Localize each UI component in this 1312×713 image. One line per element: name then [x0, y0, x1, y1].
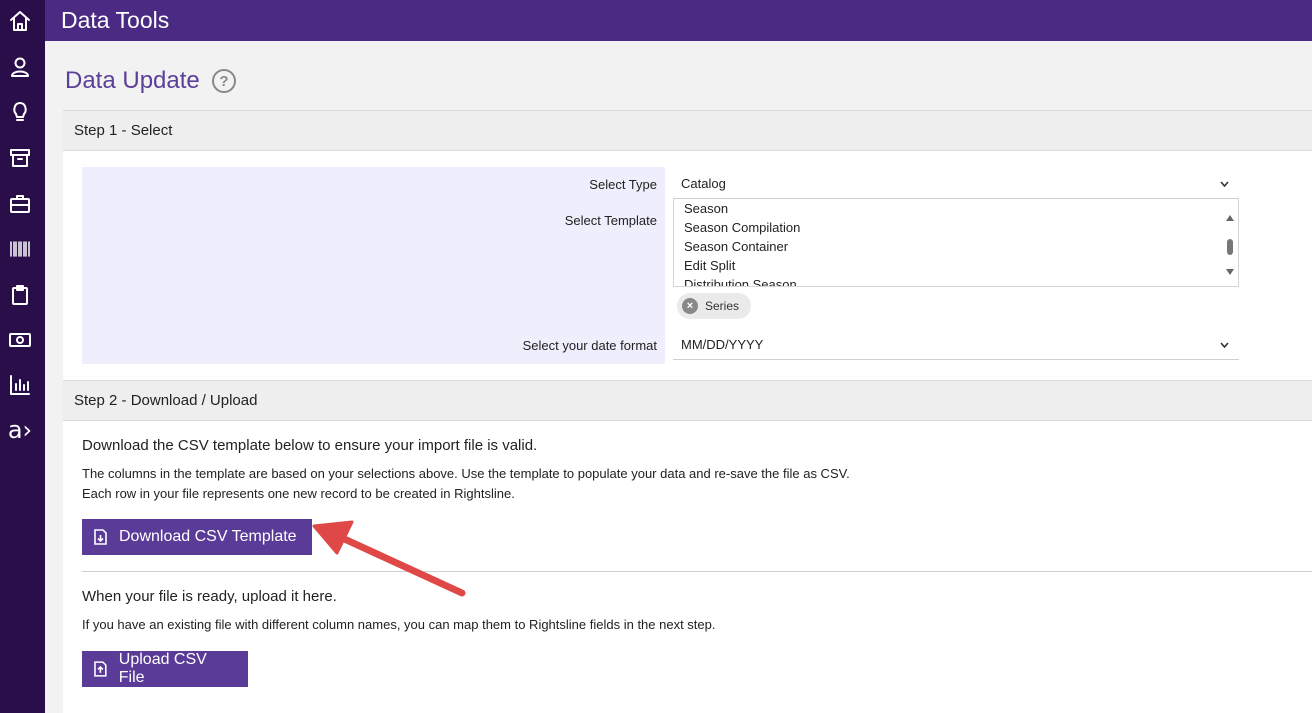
download-intro: Download the CSV template below to ensur…: [82, 437, 538, 454]
barcode-icon[interactable]: [7, 236, 33, 262]
brand-logo-icon[interactable]: a›: [7, 416, 33, 444]
archive-icon[interactable]: [7, 145, 33, 171]
app-header: Data Tools: [45, 0, 1312, 41]
briefcase-icon[interactable]: [7, 191, 33, 217]
clipboard-icon[interactable]: [7, 282, 33, 308]
selected-template-chip: × Series: [677, 293, 752, 319]
upload-button-label: Upload CSV File: [118, 651, 207, 686]
listbox-scrollbar[interactable]: [1224, 199, 1236, 286]
date-format-label: Select your date format: [522, 338, 657, 353]
step1-header: Step 1 - Select: [63, 110, 1312, 151]
chevron-down-icon: [1220, 181, 1229, 190]
file-upload-icon: [94, 661, 107, 677]
select-type-value: Catalog: [681, 176, 726, 191]
labels-panel: [82, 167, 665, 364]
money-icon[interactable]: [7, 327, 33, 353]
list-item[interactable]: Season Compilation: [684, 220, 800, 235]
page-title: Data Update: [65, 67, 200, 94]
date-format-value: MM/DD/YYYY: [681, 337, 764, 352]
template-listbox[interactable]: Season Season Compilation Season Contain…: [673, 199, 1239, 287]
download-note-1: The columns in the template are based on…: [82, 466, 850, 481]
help-icon[interactable]: ?: [212, 69, 236, 93]
app-title: Data Tools: [61, 7, 170, 33]
step1-panel: Select Type Select Template Select your …: [63, 151, 1312, 380]
download-button-label: Download CSV Template: [119, 528, 297, 545]
home-icon[interactable]: [7, 8, 33, 34]
chevron-down-icon: [1220, 342, 1229, 351]
list-item[interactable]: Edit Split: [684, 258, 735, 273]
download-csv-template-button[interactable]: Download CSV Template: [82, 519, 312, 555]
divider: [82, 571, 1312, 572]
user-icon[interactable]: [7, 54, 33, 80]
list-item[interactable]: Season: [684, 201, 728, 216]
chart-icon[interactable]: [7, 372, 33, 398]
list-item[interactable]: Season Container: [684, 239, 788, 254]
upload-note: If you have an existing file with differ…: [82, 617, 716, 632]
chip-label: Series: [705, 299, 740, 313]
scroll-up-arrow-icon[interactable]: [1226, 215, 1234, 221]
date-format-dropdown[interactable]: MM/DD/YYYY: [673, 330, 1239, 360]
step2-panel: Download the CSV template below to ensur…: [63, 421, 1312, 713]
scroll-down-arrow-icon[interactable]: [1226, 269, 1234, 275]
lightbulb-icon[interactable]: [7, 99, 33, 125]
scroll-thumb[interactable]: [1227, 239, 1233, 255]
download-note-2: Each row in your file represents one new…: [82, 486, 515, 501]
step2-header: Step 2 - Download / Upload: [63, 380, 1312, 421]
upload-csv-file-button[interactable]: Upload CSV File: [82, 651, 248, 687]
select-type-dropdown[interactable]: Catalog: [673, 169, 1239, 199]
select-type-label: Select Type: [589, 177, 657, 192]
select-template-label: Select Template: [564, 213, 657, 228]
upload-intro: When your file is ready, upload it here.: [82, 588, 337, 605]
sidebar: a›: [0, 0, 45, 713]
list-item[interactable]: Distribution Season: [684, 277, 797, 286]
file-download-icon: [94, 529, 107, 545]
remove-chip-icon[interactable]: ×: [682, 298, 698, 314]
